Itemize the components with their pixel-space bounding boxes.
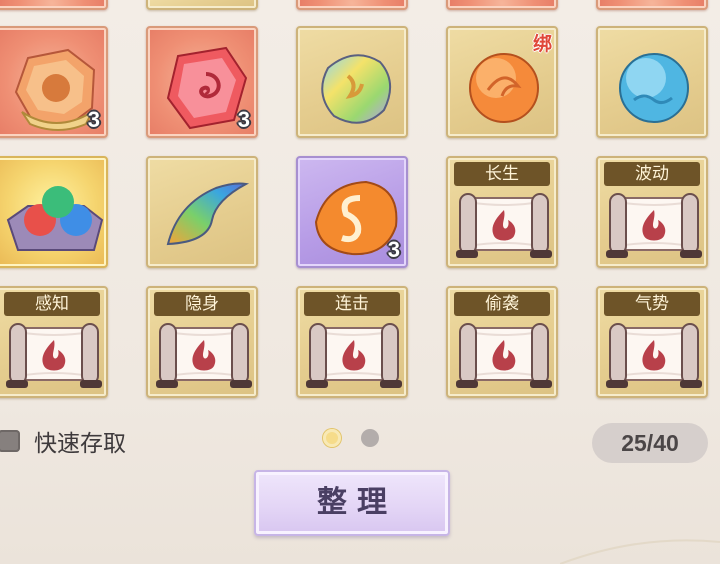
inventory-slot-red-crystal-gem[interactable]: 3 <box>146 26 258 138</box>
quick-access-checkbox[interactable] <box>0 430 20 452</box>
sort-button[interactable]: 整理 <box>254 470 450 536</box>
inventory-slot-red-crest-gem[interactable]: 3 <box>0 26 108 138</box>
quick-access-label: 快速存取 <box>34 431 126 457</box>
inventory-slot-partial[interactable] <box>596 0 708 10</box>
orb-tray-icon <box>6 186 104 251</box>
inventory-slot-skill-scroll[interactable]: 连击 <box>296 286 408 398</box>
inventory-slot-partial[interactable] <box>0 0 108 10</box>
inventory-slot-skill-scroll[interactable]: 偷袭 <box>446 286 558 398</box>
inventory-slot-partial[interactable] <box>446 0 558 10</box>
item-count: 3 <box>387 237 400 262</box>
inventory-slot-three-orb-tray[interactable] <box>0 156 108 268</box>
quick-access-toggle[interactable]: 快速存取 <box>0 424 126 458</box>
scroll-icon <box>5 323 103 389</box>
bound-badge: 绑 <box>532 33 552 55</box>
capacity-badge: 25/40 <box>592 423 708 463</box>
inventory-slot-rainbow-shard[interactable] <box>146 156 258 268</box>
inventory-slot-blue-orb[interactable] <box>596 26 708 138</box>
scroll-icon <box>605 193 703 259</box>
scroll-icon <box>455 193 553 259</box>
item-count: 3 <box>237 107 250 132</box>
decorative-arc <box>560 539 720 564</box>
inventory-slot-partial[interactable] <box>296 0 408 10</box>
inventory-slot-orange-pebble[interactable]: 3 <box>296 156 408 268</box>
inventory-slot-skill-scroll[interactable]: 感知 <box>0 286 108 398</box>
inventory-slot-rainbow-stone[interactable] <box>296 26 408 138</box>
inventory-slot-skill-scroll[interactable]: 隐身 <box>146 286 258 398</box>
scroll-icon <box>605 323 703 389</box>
rainbow-shard-icon <box>166 182 250 246</box>
inventory-grid: 3 3 绑 3 长生 波动 感知 隐身 连击 偷袭 气势 <box>0 0 720 410</box>
scroll-icon <box>305 323 403 389</box>
item-count: 3 <box>87 107 100 132</box>
scroll-icon <box>455 323 553 389</box>
inventory-slot-partial[interactable] <box>146 0 258 10</box>
page-dot-active[interactable] <box>323 429 341 447</box>
inventory-slot-skill-scroll[interactable]: 气势 <box>596 286 708 398</box>
inventory-slot-skill-scroll[interactable]: 长生 <box>446 156 558 268</box>
scroll-icon <box>155 323 253 389</box>
page-dot[interactable] <box>361 429 379 447</box>
blue-orb-icon <box>619 53 689 123</box>
inventory-slot-orange-orb[interactable]: 绑 <box>446 26 558 138</box>
inventory-slot-skill-scroll[interactable]: 波动 <box>596 156 708 268</box>
rainbow-stone-icon <box>321 54 391 124</box>
